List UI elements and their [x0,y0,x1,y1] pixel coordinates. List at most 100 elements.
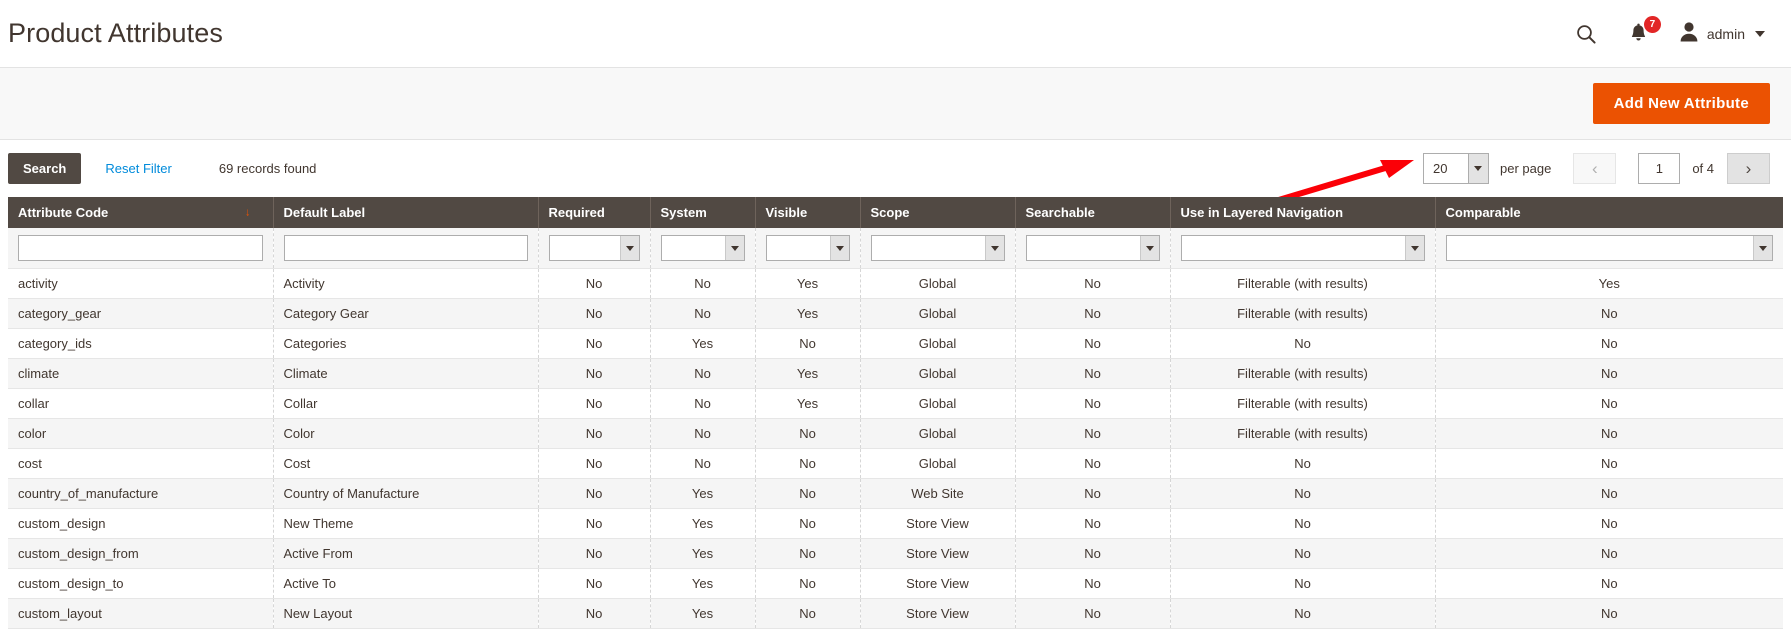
cell-scope: Global [860,388,1016,419]
per-page-label: per page [1499,161,1552,176]
filter-comparable-select[interactable] [1445,235,1773,261]
filter-layered-navigation-select[interactable] [1180,235,1425,261]
column-header-attribute-code[interactable]: Attribute Code ↓ [8,197,274,228]
column-header-required[interactable]: Required [538,197,651,228]
add-new-attribute-button[interactable]: Add New Attribute [1592,83,1770,124]
cell-label: Activity [273,268,539,299]
table-row[interactable]: category_gear Category Gear No No Yes Global N… [8,298,1783,329]
column-header-scope[interactable]: Scope [860,197,1016,228]
cell-visible: Yes [755,298,861,329]
table-row[interactable]: color Color No No No Global No Filterable (with… [8,418,1783,449]
table-row[interactable]: cost Cost No No No Global No No No [8,448,1783,479]
cell-label: New Theme [273,508,539,539]
table-row[interactable]: category_ids Categories No Yes No Global No No N… [8,328,1783,359]
cell-system: No [650,268,756,299]
chevron-down-icon [1753,236,1772,260]
cell-searchable: No [1015,598,1171,629]
records-found-label: 69 records found [218,161,317,176]
cell-required: No [538,448,651,479]
table-row[interactable]: activity Activity No No Yes Global No Filterabl… [8,268,1783,299]
cell-code: activity [8,268,274,299]
cell-comparable: No [1435,508,1783,539]
page-actions-bar: Add New Attribute [0,68,1791,205]
column-label: Use in Layered Navigation [1180,205,1344,220]
cell-required: No [538,568,651,599]
table-row[interactable]: custom_layout New Layout No Yes No Store View… [8,598,1783,629]
cell-comparable: No [1435,388,1783,419]
cell-required: No [538,388,651,419]
per-page-select[interactable]: 20 [1422,153,1489,184]
table-row[interactable]: custom_design New Theme No Yes No Store View N… [8,508,1783,539]
grid-body: activity Activity No No Yes Global No Filterabl… [8,228,1783,629]
product-attributes-grid: Attribute Code ↓ Default Label Required … [8,197,1783,629]
cell-required: No [538,508,651,539]
cell-comparable: No [1435,298,1783,329]
column-label: Required [548,205,605,220]
cell-scope: Store View [860,568,1016,599]
next-page-button[interactable]: › [1727,153,1770,184]
cell-searchable: No [1015,268,1171,299]
cell-label: Climate [273,358,539,389]
previous-page-button[interactable]: ‹ [1573,153,1617,184]
cell-searchable: No [1015,448,1171,479]
cell-label: Categories [273,328,539,359]
column-header-comparable[interactable]: Comparable [1435,197,1783,228]
column-label: Scope [870,205,910,220]
cell-code: color [8,418,274,449]
filter-visible-select[interactable] [765,235,850,261]
table-row[interactable]: custom_design_to Active To No Yes No Store Vi… [8,568,1783,599]
cell-scope: Global [860,448,1016,479]
filter-cell-searchable [1015,228,1171,269]
reset-filter-link[interactable]: Reset Filter [105,161,171,176]
chevron-down-icon [1467,154,1488,183]
column-header-default-label[interactable]: Default Label [273,197,539,228]
cell-visible: No [755,598,861,629]
cell-system: No [650,298,756,329]
cell-scope: Global [860,418,1016,449]
column-header-system[interactable]: System [650,197,756,228]
cell-visible: No [755,538,861,569]
cell-code: custom_design [8,508,274,539]
column-header-searchable[interactable]: Searchable [1015,197,1171,228]
cell-required: No [538,268,651,299]
cell-scope: Global [860,298,1016,329]
search-button[interactable]: Search [8,153,82,184]
search-icon[interactable] [1573,21,1599,47]
cell-layered: No [1170,568,1436,599]
filter-attribute-code-input[interactable] [18,235,263,261]
cell-code: custom_design_from [8,538,274,569]
cell-visible: No [755,568,861,599]
cell-label: Color [273,418,539,449]
filter-default-label-input[interactable] [283,235,528,261]
page-number-input[interactable] [1638,153,1681,184]
filter-cell-comparable [1435,228,1783,269]
table-row[interactable]: custom_design_from Active From No Yes No Stor… [8,538,1783,569]
cell-scope: Web Site [860,478,1016,509]
user-name-label: admin [1706,25,1745,42]
cell-comparable: No [1435,478,1783,509]
filter-system-select[interactable] [660,235,745,261]
filter-cell-scope [860,228,1016,269]
user-menu[interactable]: admin [1679,21,1765,47]
page-title: Product Attributes [8,18,223,48]
column-header-use-in-layered-navigation[interactable]: Use in Layered Navigation [1170,197,1436,228]
cell-searchable: No [1015,328,1171,359]
filter-scope-select[interactable] [870,235,1005,261]
grid-filter-row [8,228,1783,269]
filter-required-select[interactable] [548,235,640,261]
table-row[interactable]: country_of_manufacture Country of Manufac… [8,478,1783,509]
attributes-grid-container: Attribute Code ↓ Default Label Required … [0,197,1791,629]
table-row[interactable]: climate Climate No No Yes Global No Filterable … [8,358,1783,389]
cell-scope: Global [860,358,1016,389]
notifications-bell-icon[interactable]: 7 [1626,15,1661,47]
cell-searchable: No [1015,508,1171,539]
chevron-down-icon [1139,236,1159,260]
filter-searchable-select[interactable] [1025,235,1160,261]
chevron-down-icon [829,236,849,260]
column-header-visible[interactable]: Visible [755,197,861,228]
cell-comparable: No [1435,448,1783,479]
cell-system: Yes [650,568,756,599]
cell-searchable: No [1015,478,1171,509]
table-row[interactable]: collar Collar No No Yes Global No Filterable (w… [8,388,1783,419]
cell-layered: Filterable (with results) [1170,418,1436,449]
